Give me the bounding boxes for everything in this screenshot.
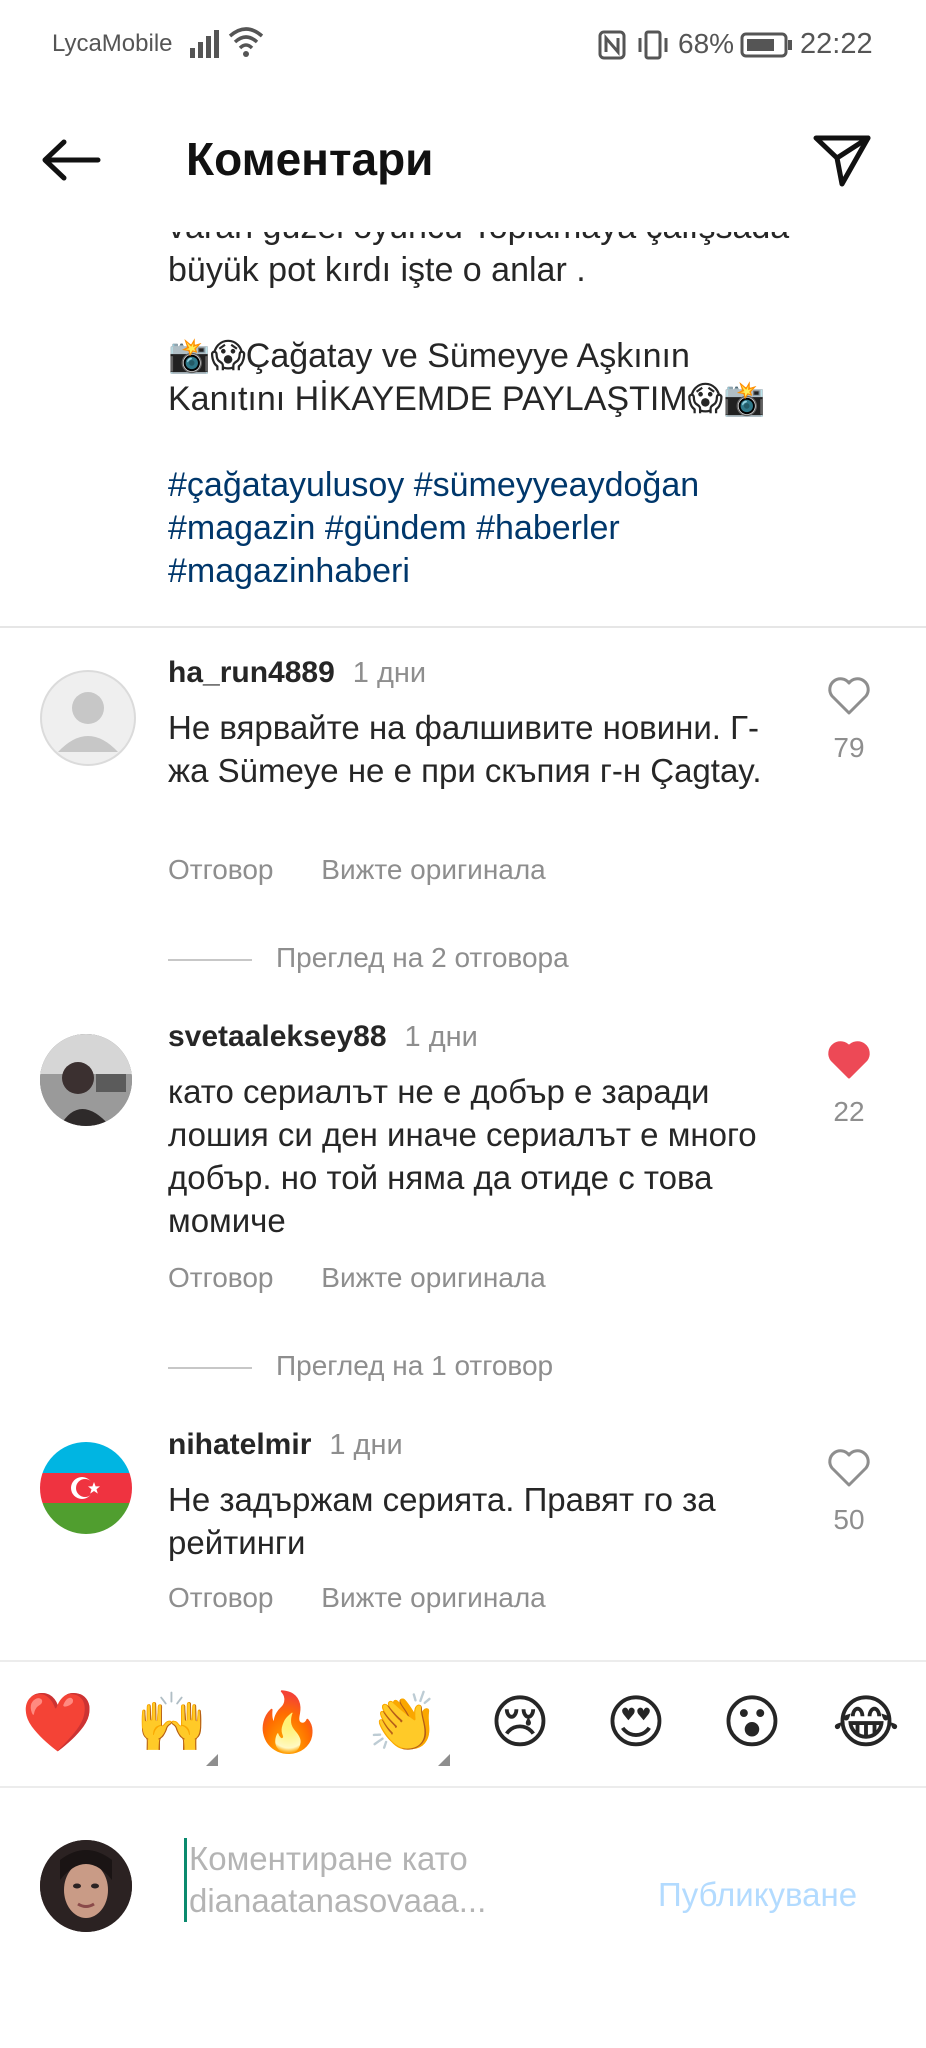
replies-line bbox=[168, 958, 252, 961]
emoji-clapping-hands[interactable]: 👏 bbox=[364, 1688, 450, 1766]
default-avatar-icon bbox=[58, 692, 118, 752]
caption-hashtags[interactable]: #magazinhaberi bbox=[168, 550, 868, 593]
reply-button[interactable]: Отговор bbox=[168, 1582, 273, 1613]
like-count: 50 bbox=[833, 1504, 865, 1535]
vibrate-icon bbox=[638, 30, 668, 60]
skin-tone-indicator bbox=[438, 1754, 450, 1766]
comment-time: 1 дни bbox=[329, 1429, 403, 1461]
battery-percent: 68% bbox=[678, 28, 735, 59]
emoji-heart[interactable]: ❤️ bbox=[18, 1688, 98, 1758]
comment-username[interactable]: nihatelmir 1 дни bbox=[168, 1428, 403, 1462]
emoji-quick-bar: ❤️ 🙌 🔥 👏 😢 😍 😮 😂 bbox=[0, 1660, 926, 1788]
back-arrow-icon[interactable] bbox=[40, 138, 102, 182]
reply-button[interactable]: Отговор bbox=[168, 1262, 273, 1293]
post-button[interactable]: Публикуване bbox=[658, 1876, 857, 1914]
comment-input[interactable]: Коментиране като dianaatanasovaaa... bbox=[184, 1838, 549, 1922]
comment-username[interactable]: svetaaleksey88 1 дни bbox=[168, 1020, 478, 1054]
avatar[interactable] bbox=[40, 1442, 132, 1534]
comment-text: Не задържам серията. Правят го за рейтин… bbox=[168, 1481, 716, 1561]
comment-text: Не вярвайте на фалшивите новини. Г-жа Sü… bbox=[168, 709, 762, 789]
skin-tone-indicator bbox=[206, 1754, 218, 1766]
see-original-button[interactable]: Вижте оригинала bbox=[321, 1262, 546, 1293]
view-replies-label[interactable]: Преглед на 1 отговор bbox=[276, 1350, 553, 1381]
nfc-icon bbox=[598, 30, 626, 60]
user-photo-icon bbox=[40, 1840, 132, 1932]
avatar[interactable] bbox=[40, 1034, 132, 1126]
comment-actions: Отговор Вижте оригинала bbox=[168, 1262, 586, 1294]
avatar[interactable] bbox=[40, 670, 136, 766]
comment-time: 1 дни bbox=[404, 1021, 478, 1053]
comment-time: 1 дни bbox=[352, 657, 427, 689]
emoji-tears-of-joy[interactable]: 😂 bbox=[826, 1688, 906, 1758]
view-replies-button[interactable]: Преглед на 2 отговора bbox=[168, 942, 569, 974]
emoji-fire[interactable]: 🔥 bbox=[248, 1688, 328, 1758]
emoji-crying-face[interactable]: 😢 bbox=[480, 1688, 560, 1758]
comment-actions: Отговор Вижте оригинала bbox=[168, 1582, 586, 1614]
caption-divider bbox=[0, 626, 926, 628]
heart-outline-icon[interactable] bbox=[826, 1448, 872, 1488]
user-photo-icon bbox=[40, 1034, 132, 1126]
current-user-avatar bbox=[40, 1840, 132, 1932]
emoji-glyph: 👏 bbox=[367, 1690, 441, 1755]
heart-filled-icon[interactable] bbox=[826, 1040, 872, 1080]
status-bar: LycaMobile 68% 22:22 bbox=[0, 0, 926, 92]
username-text[interactable]: svetaaleksey88 bbox=[168, 1020, 387, 1053]
carrier-name: LycaMobile bbox=[52, 30, 173, 57]
caption-line: 📸😱Çağatay ve Sümeyye Aşkının bbox=[168, 337, 690, 375]
see-original-button[interactable]: Вижте оригинала bbox=[321, 854, 546, 885]
top-app-bar: Коментари bbox=[0, 92, 926, 232]
replies-line bbox=[168, 1366, 252, 1369]
see-original-button[interactable]: Вижте оригинала bbox=[321, 1582, 546, 1613]
comment-actions: Отговор Вижте оригинала bbox=[168, 854, 586, 886]
like-count: 22 bbox=[833, 1096, 865, 1127]
caption-line: büyük pot kırdı işte o anlar . bbox=[168, 251, 586, 289]
clock: 22:22 bbox=[800, 28, 873, 60]
emoji-surprised-face[interactable]: 😮 bbox=[712, 1688, 792, 1758]
comment-username[interactable]: ha_run4889 1 дни bbox=[168, 656, 426, 690]
paper-plane-icon[interactable] bbox=[812, 132, 872, 188]
username-text[interactable]: ha_run4889 bbox=[168, 656, 335, 689]
comment-text: като сериалът не е добър е заради лошия … bbox=[168, 1073, 757, 1239]
signal-icon bbox=[190, 30, 219, 58]
comment-composer: Коментиране като dianaatanasovaaa... Пуб… bbox=[0, 1786, 926, 2048]
emoji-heart-eyes[interactable]: 😍 bbox=[596, 1688, 676, 1758]
view-replies-label[interactable]: Преглед на 2 отговора bbox=[276, 942, 569, 973]
wifi-icon bbox=[228, 27, 264, 57]
battery-icon bbox=[740, 32, 792, 58]
caption-line: Kanıtını HİKAYEMDE PAYLAŞTIM😱📸 bbox=[168, 380, 766, 418]
emoji-glyph: 🙌 bbox=[135, 1690, 209, 1755]
heart-outline-icon[interactable] bbox=[826, 676, 872, 716]
page-title: Коментари bbox=[186, 133, 434, 185]
like-count: 79 bbox=[833, 732, 865, 763]
emoji-raised-hands[interactable]: 🙌 bbox=[132, 1688, 218, 1766]
view-replies-button[interactable]: Преглед на 1 отговор bbox=[168, 1350, 553, 1382]
caption-hashtags[interactable]: #magazin #gündem #haberler bbox=[168, 507, 868, 550]
reply-button[interactable]: Отговор bbox=[168, 854, 273, 885]
username-text[interactable]: nihatelmir bbox=[168, 1428, 311, 1461]
azerbaijan-flag-icon bbox=[40, 1442, 132, 1534]
post-caption: varan güzel oyuncu Toplamaya çalışsada b… bbox=[168, 206, 868, 593]
caption-hashtags[interactable]: #çağatayulusoy #sümeyyeaydoğan bbox=[168, 464, 868, 507]
